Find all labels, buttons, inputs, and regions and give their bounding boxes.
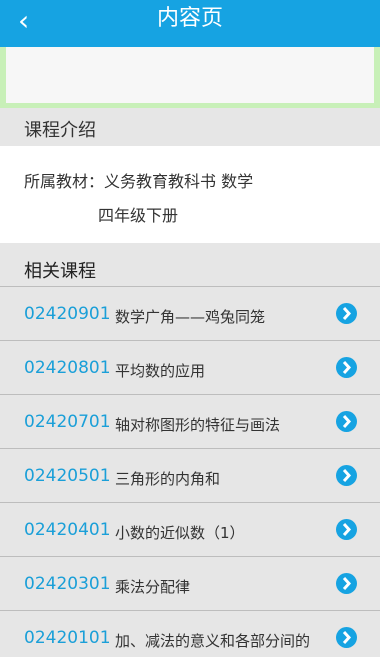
- course-item[interactable]: 02420901 数学广角——鸡兔同笼: [0, 287, 380, 341]
- top-bar: ‹ 内容页: [0, 0, 380, 47]
- course-code: 02420901: [24, 304, 111, 324]
- course-code: 02420801: [24, 358, 111, 378]
- chevron-right-circle-icon[interactable]: [336, 519, 357, 540]
- page-title: 内容页: [156, 6, 223, 31]
- course-item[interactable]: 02420501 三角形的内角和: [0, 449, 380, 503]
- course-name: 数学广角——鸡兔同笼: [115, 308, 266, 326]
- chevron-right-circle-icon[interactable]: [336, 303, 357, 324]
- textbook-line-2: 四年级下册: [98, 206, 179, 225]
- course-code: 02420301: [24, 574, 111, 594]
- related-section-header: 相关课程: [0, 247, 380, 287]
- chevron-right-circle-icon[interactable]: [336, 627, 357, 648]
- course-item[interactable]: 02420401 小数的近似数（1）: [0, 503, 380, 557]
- intro-section-header: 课程介绍: [0, 108, 380, 146]
- content-player-area[interactable]: [0, 47, 380, 108]
- course-code: 02420501: [24, 466, 111, 486]
- course-name: 三角形的内角和: [115, 470, 221, 488]
- content-player-inner: [6, 47, 374, 103]
- course-item[interactable]: 02420301 乘法分配律: [0, 557, 380, 611]
- course-item[interactable]: 02420801 平均数的应用: [0, 341, 380, 395]
- course-name: 加、减法的意义和各部分间的: [115, 632, 311, 650]
- course-name: 小数的近似数（1）: [115, 524, 245, 542]
- course-code: 02420401: [24, 520, 111, 540]
- chevron-right-circle-icon[interactable]: [336, 411, 357, 432]
- chevron-right-circle-icon[interactable]: [336, 357, 357, 378]
- textbook-line-1: 所属教材：义务教育教科书 数学: [24, 172, 254, 191]
- course-name: 轴对称图形的特征与画法: [115, 416, 281, 434]
- course-code: 02420701: [24, 412, 111, 432]
- intro-panel: 所属教材：义务教育教科书 数学 四年级下册: [0, 146, 380, 243]
- chevron-right-circle-icon[interactable]: [336, 573, 357, 594]
- intro-heading: 课程介绍: [24, 120, 96, 141]
- course-name: 平均数的应用: [115, 362, 206, 380]
- chevron-right-circle-icon[interactable]: [336, 465, 357, 486]
- course-list: 02420901 数学广角——鸡兔同笼 02420801 平均数的应用 0242…: [0, 287, 380, 657]
- course-name: 乘法分配律: [115, 578, 191, 596]
- course-item[interactable]: 02420701 轴对称图形的特征与画法: [0, 395, 380, 449]
- course-code: 02420101: [24, 628, 111, 648]
- course-item[interactable]: 02420101 加、减法的意义和各部分间的: [0, 611, 380, 657]
- related-heading: 相关课程: [24, 261, 96, 282]
